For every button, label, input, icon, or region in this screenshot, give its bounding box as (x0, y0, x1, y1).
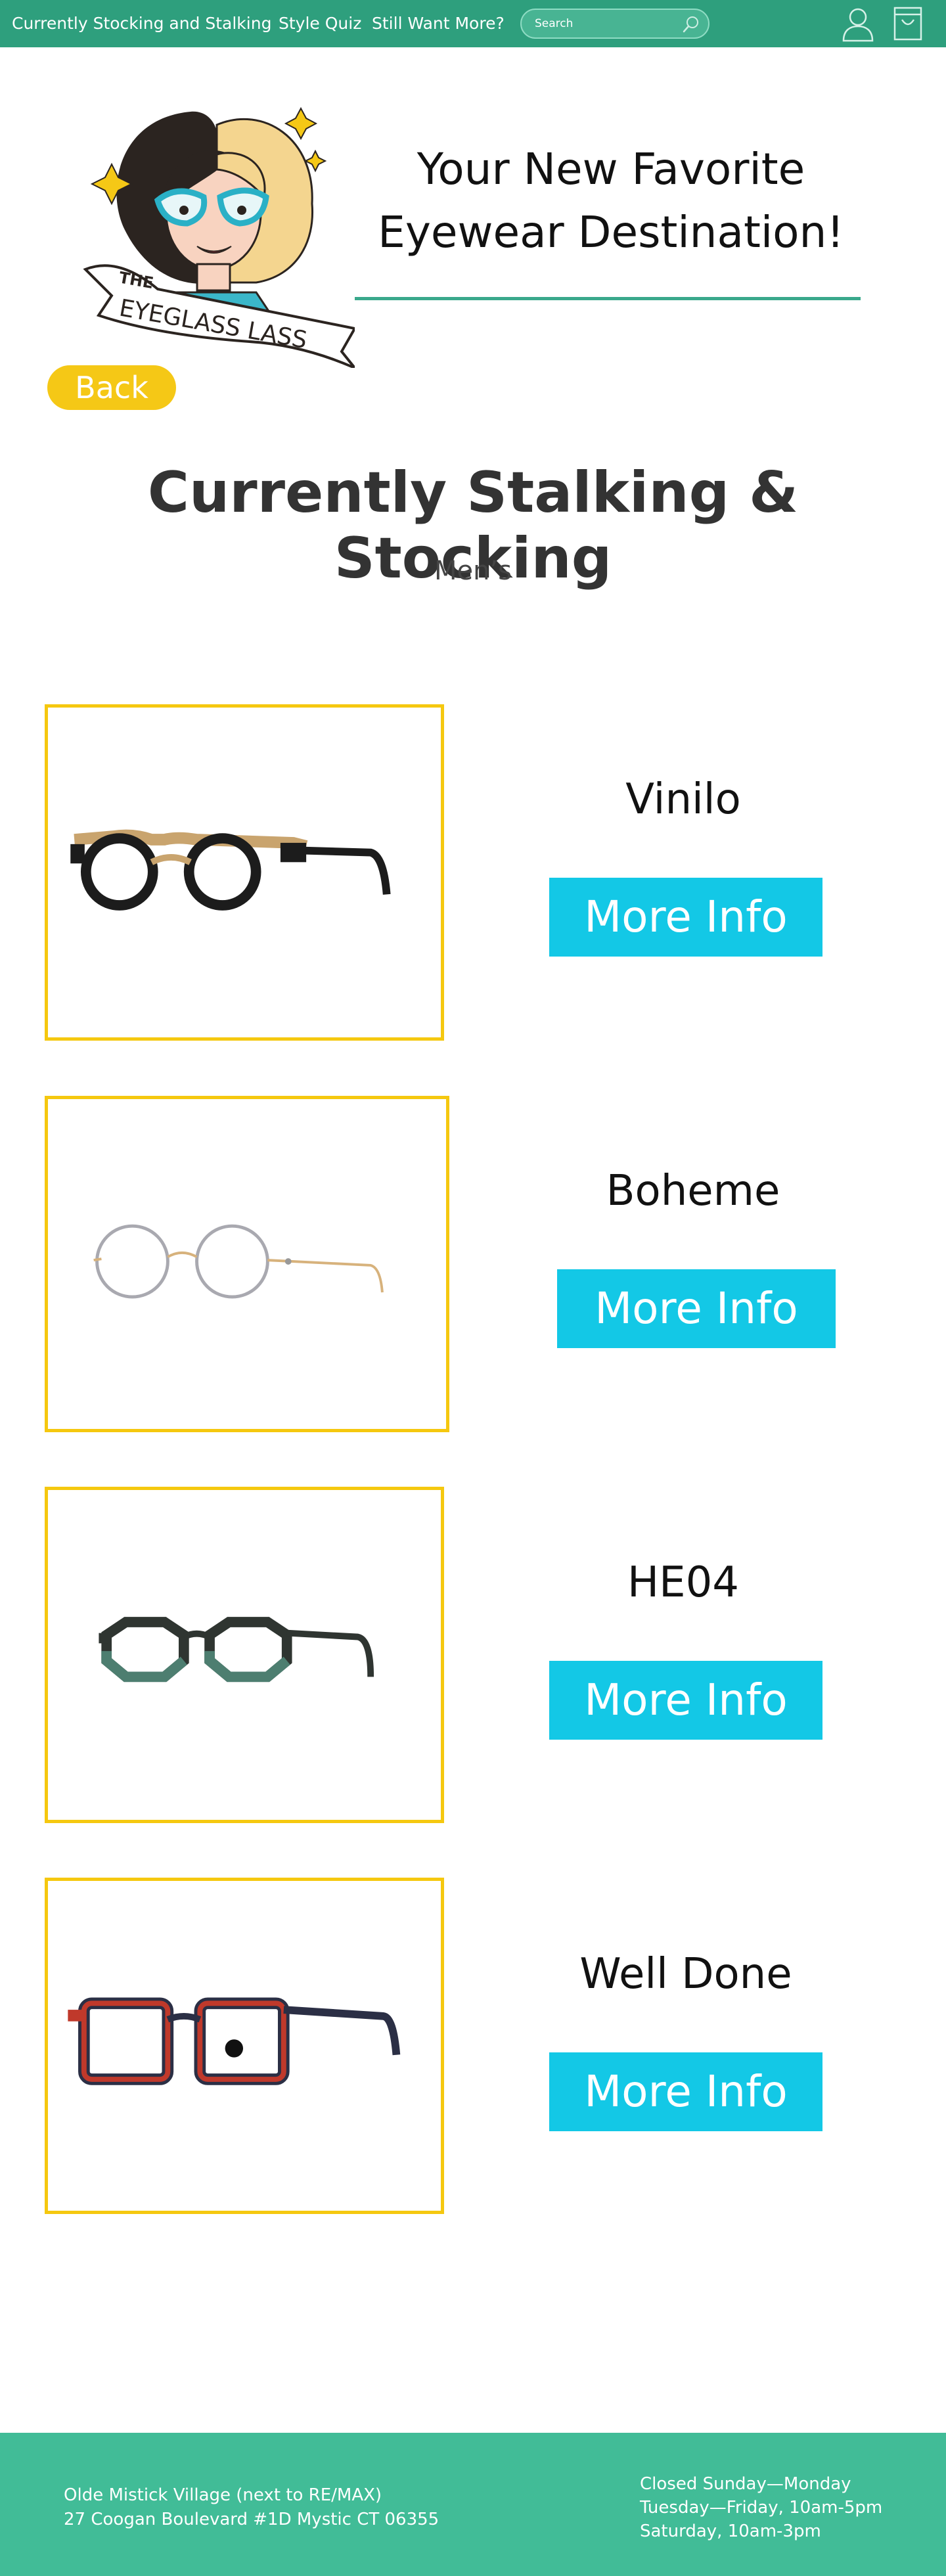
tagline: Your New Favorite Eyewear Destination! (355, 138, 867, 264)
search-icon[interactable] (682, 15, 700, 34)
product-name: Vinilo (625, 775, 741, 824)
footer-hours-line-2: Tuesday—Friday, 10am-5pm (640, 2498, 883, 2518)
tagline-divider (355, 297, 861, 300)
footer-address-line-2: 27 Coogan Boulevard #1D Mystic CT 06355 (64, 2510, 439, 2529)
back-button[interactable]: Back (47, 365, 176, 410)
footer-address-line-1: Olde Mistick Village (next to RE/MAX) (64, 2485, 382, 2505)
product-image-frame[interactable] (45, 1096, 449, 1432)
more-info-button[interactable]: More Info (549, 878, 822, 957)
eyeglass-lass-logo[interactable]: THE EYEGLASS LASS (79, 92, 355, 368)
tagline-line-1: Your New Favorite (417, 144, 805, 194)
product-name: HE04 (627, 1558, 739, 1607)
footer: Olde Mistick Village (next to RE/MAX) 27… (0, 2433, 946, 2576)
product-image-frame[interactable] (45, 1487, 444, 1823)
glasses-image-he04 (99, 1617, 374, 1683)
search-input[interactable] (535, 16, 673, 32)
nav-link-style-quiz[interactable]: Style Quiz (279, 14, 361, 33)
footer-hours-line-1: Closed Sunday—Monday (640, 2474, 851, 2494)
bag-icon[interactable] (888, 4, 928, 43)
user-icon[interactable] (838, 4, 878, 43)
product-name: Well Done (579, 1950, 792, 1999)
more-info-button[interactable]: More Info (557, 1269, 836, 1348)
search-box (520, 9, 710, 39)
top-nav-bar: Currently Stocking and Stalking Style Qu… (0, 0, 946, 47)
tagline-line-2: Eyewear Destination! (378, 207, 844, 258)
nav-link-still-want-more[interactable]: Still Want More? (372, 14, 505, 33)
more-info-button[interactable]: More Info (549, 1661, 822, 1740)
product-image-frame[interactable] (45, 704, 444, 1041)
more-info-button[interactable]: More Info (549, 2052, 822, 2131)
category-subtitle: Men’s (434, 556, 512, 586)
glasses-image-boheme (93, 1224, 384, 1299)
footer-hours-line-3: Saturday, 10am-3pm (640, 2521, 821, 2541)
product-image-frame[interactable] (45, 1878, 444, 2214)
glasses-image-vinilo (70, 829, 391, 911)
nav-link-currently-stocking[interactable]: Currently Stocking and Stalking (12, 14, 271, 33)
product-name: Boheme (606, 1167, 780, 1215)
glasses-image-well-done (68, 1997, 401, 2085)
